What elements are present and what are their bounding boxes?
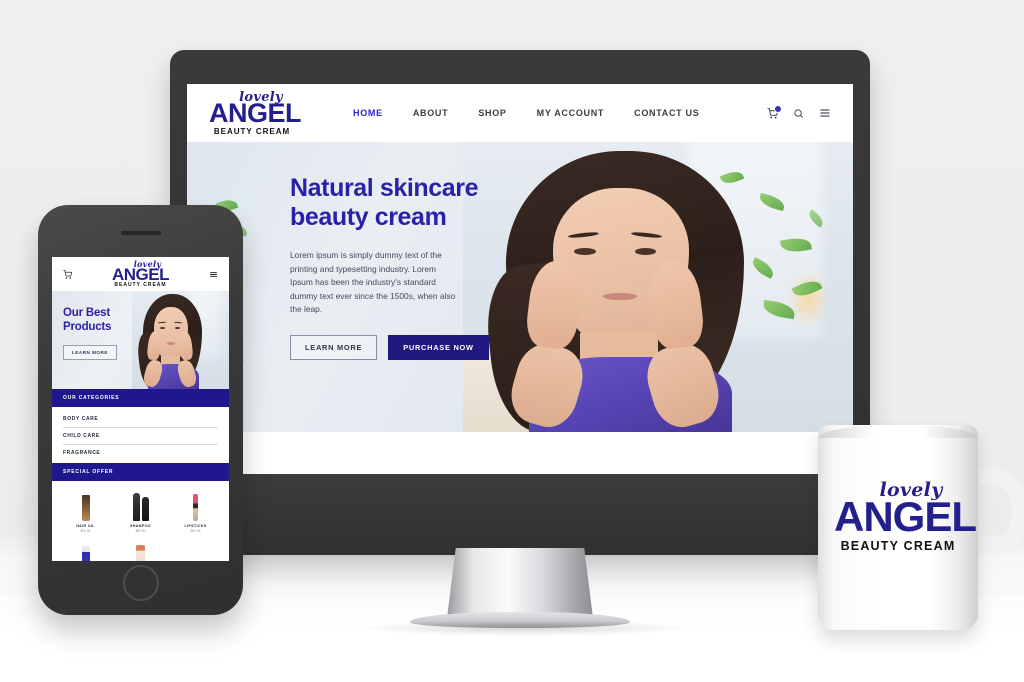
- mobile-special-offer-title: SPECIAL OFFER: [52, 463, 229, 481]
- desktop-content-strip: [187, 432, 853, 474]
- product-price: $00.00: [190, 529, 201, 533]
- product-image: [115, 489, 166, 521]
- phone-speaker-grille: [120, 231, 161, 235]
- logo-tagline-text: BEAUTY CREAM: [213, 126, 291, 136]
- product-image: [170, 540, 221, 561]
- product-image: [60, 489, 111, 521]
- cart-badge: [774, 104, 782, 113]
- mobile-brand-logo[interactable]: lovely ANGEL BEAUTY CREAM: [109, 260, 173, 288]
- monitor-bezel-chin: [170, 474, 870, 555]
- hero-heading: Natural skincare beauty cream: [290, 174, 479, 231]
- nav-item-about[interactable]: ABOUT: [413, 108, 449, 118]
- category-item-fragrance[interactable]: FRAGRANCE: [63, 445, 218, 461]
- product-row: HAIR OIL $00.00 SHAMPOO $00.00 LIPSTICKS…: [58, 486, 223, 537]
- product-name: HAIR OIL: [76, 524, 95, 528]
- mobile-menu-icon[interactable]: [209, 270, 218, 279]
- nav-item-shop[interactable]: SHOP: [478, 108, 506, 118]
- mobile-hero-copy: Our Best Products LEARN MORE: [63, 307, 135, 360]
- mobile-phone-mockup: lovely ANGEL BEAUTY CREAM Our Best Produ…: [38, 205, 243, 615]
- mobile-categories-list: BODY CARE CHILD CARE FRAGRANCE: [52, 407, 229, 463]
- menu-icon[interactable]: [819, 107, 831, 119]
- monitor-screen: lovely ANGEL BEAUTY CREAM HOME ABOUT SHO…: [187, 84, 853, 474]
- category-item-child-care[interactable]: CHILD CARE: [63, 428, 218, 445]
- logo-tagline-text: BEAUTY CREAM: [840, 539, 956, 553]
- product-card-hair-oil[interactable]: HAIR OIL $00.00: [58, 486, 113, 537]
- monitor-shadow: [360, 620, 690, 636]
- hero-model-photo: [463, 142, 853, 432]
- desktop-header-icons: [767, 104, 831, 119]
- hero-paragraph: Lorem ipsum is simply dummy text of the …: [290, 250, 456, 315]
- hero-button-group: LEARN MORE PURCHASE NOW: [290, 335, 520, 361]
- phone-screen: lovely ANGEL BEAUTY CREAM Our Best Produ…: [52, 257, 229, 561]
- mug-body: lovely ANGEL BEAUTY CREAM: [818, 425, 978, 630]
- mobile-site-header: lovely ANGEL BEAUTY CREAM: [52, 257, 229, 291]
- desktop-main-nav: HOME ABOUT SHOP MY ACCOUNT CONTACT US: [353, 108, 699, 118]
- product-price: $00.00: [80, 529, 91, 533]
- mobile-hero-heading: Our Best Products: [63, 307, 112, 333]
- mobile-cart-icon[interactable]: [63, 269, 72, 279]
- mobile-hero-model-photo: [132, 291, 229, 389]
- desktop-hero-section: Natural skincare beauty cream Lorem ipsu…: [187, 142, 853, 432]
- product-price: $00.00: [135, 529, 146, 533]
- logo-name-text: ANGEL: [112, 265, 170, 284]
- product-row: HAIR OIL $00.00 HAIR OIL $00.00: [58, 537, 223, 561]
- purchase-now-button[interactable]: PURCHASE NOW: [388, 335, 489, 361]
- product-image: [60, 540, 111, 561]
- nav-item-contact-us[interactable]: CONTACT US: [634, 108, 699, 118]
- mobile-categories-title: OUR CATEGORIES: [52, 389, 229, 407]
- logo-name-text: ANGEL: [834, 493, 977, 540]
- mug-rim: [818, 425, 978, 438]
- mobile-hero-section: Our Best Products LEARN MORE: [52, 291, 229, 389]
- mobile-learn-more-button[interactable]: LEARN MORE: [63, 344, 117, 360]
- mobile-products-grid: HAIR OIL $00.00 SHAMPOO $00.00 LIPSTICKS…: [52, 481, 229, 561]
- logo-name-text: ANGEL: [209, 97, 302, 128]
- desktop-brand-logo[interactable]: lovely ANGEL BEAUTY CREAM: [209, 91, 302, 136]
- product-image: [115, 540, 166, 561]
- product-name: LIPSTICKS: [184, 524, 207, 528]
- desktop-site-header: lovely ANGEL BEAUTY CREAM HOME ABOUT SHO…: [187, 84, 853, 142]
- product-card-lipsticks[interactable]: LIPSTICKS $00.00: [168, 486, 223, 537]
- search-icon[interactable]: [793, 108, 804, 119]
- hero-copy-block: Natural skincare beauty cream Lorem ipsu…: [290, 174, 520, 361]
- product-card-hair-oil[interactable]: HAIR OIL $00.00: [168, 537, 223, 561]
- category-item-body-care[interactable]: BODY CARE: [63, 411, 218, 428]
- logo-tagline-text: BEAUTY CREAM: [114, 282, 167, 288]
- product-card-shampoo[interactable]: SHAMPOO $00.00: [113, 486, 168, 537]
- product-card-hair-oil[interactable]: HAIR OIL $00.00: [58, 537, 113, 561]
- desktop-monitor-mockup: lovely ANGEL BEAUTY CREAM HOME ABOUT SHO…: [170, 50, 870, 555]
- product-card-hair-oil[interactable]: HAIR OIL $00.00: [113, 537, 168, 561]
- mockup-scene: lovely ANGEL BEAUTY CREAM HOME ABOUT SHO…: [0, 0, 1024, 682]
- nav-item-my-account[interactable]: MY ACCOUNT: [537, 108, 605, 118]
- mug-brand-logo: lovely ANGEL BEAUTY CREAM: [834, 481, 977, 553]
- phone-home-button[interactable]: [122, 565, 159, 601]
- coffee-mug-mockup: lovely ANGEL BEAUTY CREAM: [818, 425, 1024, 637]
- product-image: [170, 489, 221, 521]
- learn-more-button[interactable]: LEARN MORE: [290, 335, 378, 361]
- cart-icon[interactable]: [767, 104, 782, 119]
- nav-item-home[interactable]: HOME: [353, 108, 383, 118]
- product-name: SHAMPOO: [129, 524, 152, 528]
- monitor-stand-neck: [447, 548, 593, 618]
